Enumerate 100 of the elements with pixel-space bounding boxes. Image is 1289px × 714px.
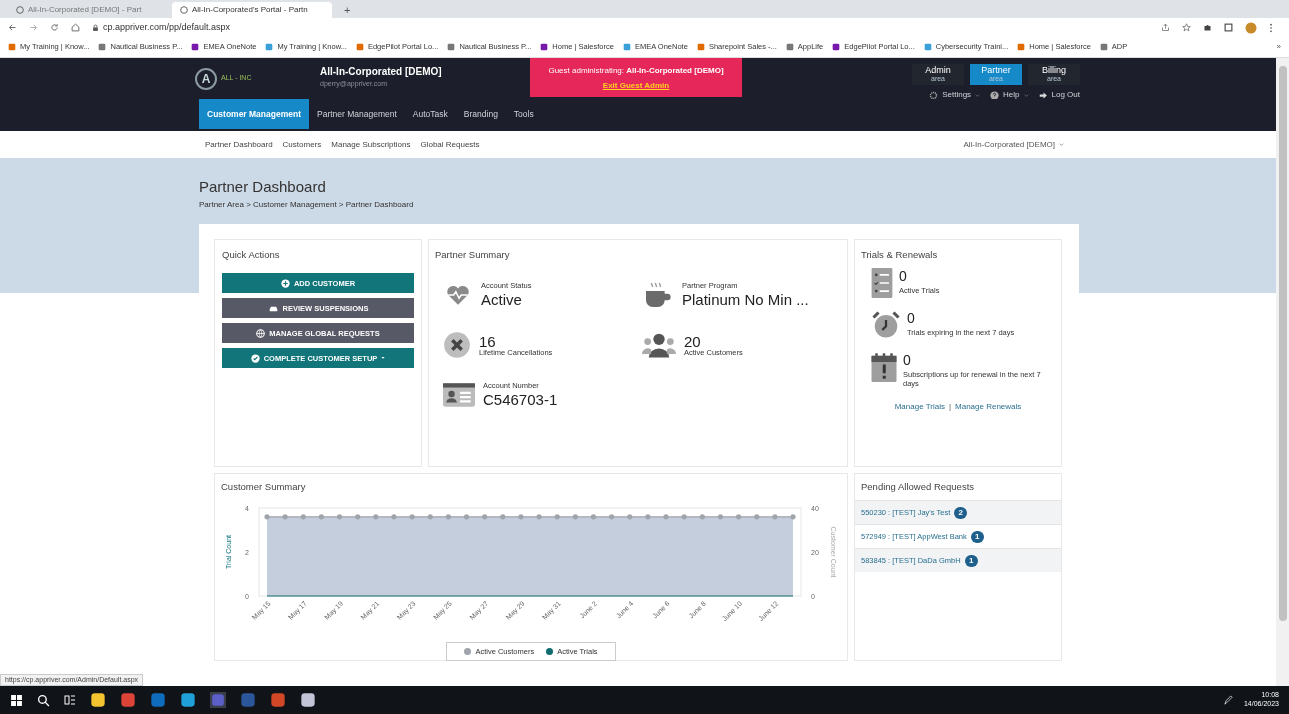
globe-icon [256,328,266,338]
company-name: All-In-Corporated [DEMO] [320,64,443,79]
header-menu[interactable]: Log Out [1038,89,1080,101]
caret-icon [975,92,981,98]
task-view-icon [64,694,76,706]
data-point [409,514,415,520]
home-icon [71,23,80,32]
data-point [300,514,306,520]
calendar-alert-icon [871,352,897,383]
browser-tab[interactable]: All-In-Corporated [DEMO] - Part [8,2,168,18]
card-title: Quick Actions [222,248,281,262]
search-icon [37,693,50,707]
stat-value: 0 [907,310,916,328]
data-point [282,514,288,520]
site-icon [16,6,24,14]
bookmark-favicon-icon [832,43,841,51]
nav-tab[interactable]: Branding [455,99,506,129]
data-point [627,514,633,520]
check-circle-icon [250,353,260,363]
guest-admin-text: Guest administrating: All-In-Corporated [DEMO] [548,65,724,77]
back-arrow-icon [8,23,17,32]
nav-tab[interactable]: Customer Management [199,99,309,129]
data-point [772,514,778,520]
reload-icon [50,23,59,32]
people-icon [642,331,676,360]
data-point [572,514,578,520]
data-point [590,514,597,520]
nav-tab[interactable]: AutoTask [404,99,456,129]
bookmark-favicon-icon [1099,43,1108,51]
subnav-link[interactable]: Partner Dashboard [205,138,273,151]
profile-icon [1245,21,1257,34]
bookmark-favicon-icon [355,43,364,51]
stat-value: Active [481,290,523,310]
cancel-icon [443,331,471,360]
manage-trials-link[interactable]: Manage Trials [894,400,945,413]
count-badge: 1 [964,554,978,567]
gear-icon [929,90,939,100]
data-point [717,514,724,520]
sidebar-icon [1224,23,1233,32]
bookmark-favicon-icon [191,43,200,51]
stat-value: C546703-1 [483,390,558,410]
browser-tab[interactable]: All-In-Corporated's Portal - Partn [172,2,332,18]
bookmark-favicon-icon [696,43,705,51]
count-badge: 1 [970,530,984,543]
address-field[interactable]: cp.appriver.com/pp/default.aspx [103,20,231,35]
bookmark-favicon-icon [1017,43,1026,51]
header-menu[interactable]: Help [990,89,1029,101]
count-badge: 2 [954,506,968,519]
bookmark-favicon-icon [923,43,932,51]
bookmark-favicon-icon [265,43,274,51]
new-tab-button[interactable]: + [336,1,359,18]
manage-renewals-link[interactable]: Manage Renewals [955,400,1022,413]
data-point [518,514,524,520]
bookmark-favicon-icon [622,43,631,51]
data-point [554,514,560,520]
more-bookmarks-button[interactable]: » [1276,41,1281,53]
app-icon [120,692,136,708]
site-icon [180,6,188,14]
card-title: Trials & Renewals [861,248,939,262]
app-icon [300,692,316,708]
bookmark-favicon-icon [540,43,549,51]
puzzle-icon [1203,23,1212,32]
app-icon [180,692,196,708]
windows-icon [10,693,23,707]
data-point [355,514,361,520]
logout-icon [1038,90,1048,100]
id-card-icon [443,381,475,410]
account-switcher[interactable]: All-In-Corporated [DEMO] [963,138,1064,151]
data-point [391,514,397,520]
data-point [463,514,470,520]
logo: A [195,67,217,90]
app-icon [240,692,256,708]
data-point [681,514,687,520]
app-icon [90,692,106,708]
pen-icon [1222,694,1234,706]
data-point [264,514,270,520]
data-point [336,514,343,520]
tab-title: All-In-Corporated's Portal - Partn [192,4,308,16]
header-menu[interactable]: Settings [929,89,981,101]
lock-icon [92,23,99,32]
subnav-link[interactable]: Global Requests [420,138,480,151]
data-point [427,514,433,520]
app-icon [210,692,226,708]
stat-value: 20 [684,334,702,349]
forward-arrow-icon [29,23,38,32]
stat-value: Platinum No Min ... [682,290,809,310]
stat-value: 0 [899,268,908,286]
caret-icon [381,356,386,361]
app-icon [150,692,166,708]
subnav-link[interactable]: Manage Subscriptions [331,138,411,151]
subnav-link[interactable]: Customers [282,138,322,151]
nav-tab[interactable]: Partner Management [309,99,405,129]
checklist-icon [871,268,893,299]
data-point [754,514,760,520]
nav-tab[interactable]: Tools [505,99,542,129]
caret-icon [1059,142,1064,147]
data-point [645,514,651,520]
plus-circle-icon [280,278,290,288]
card-title: Customer Summary [221,480,307,494]
data-point [536,514,542,520]
